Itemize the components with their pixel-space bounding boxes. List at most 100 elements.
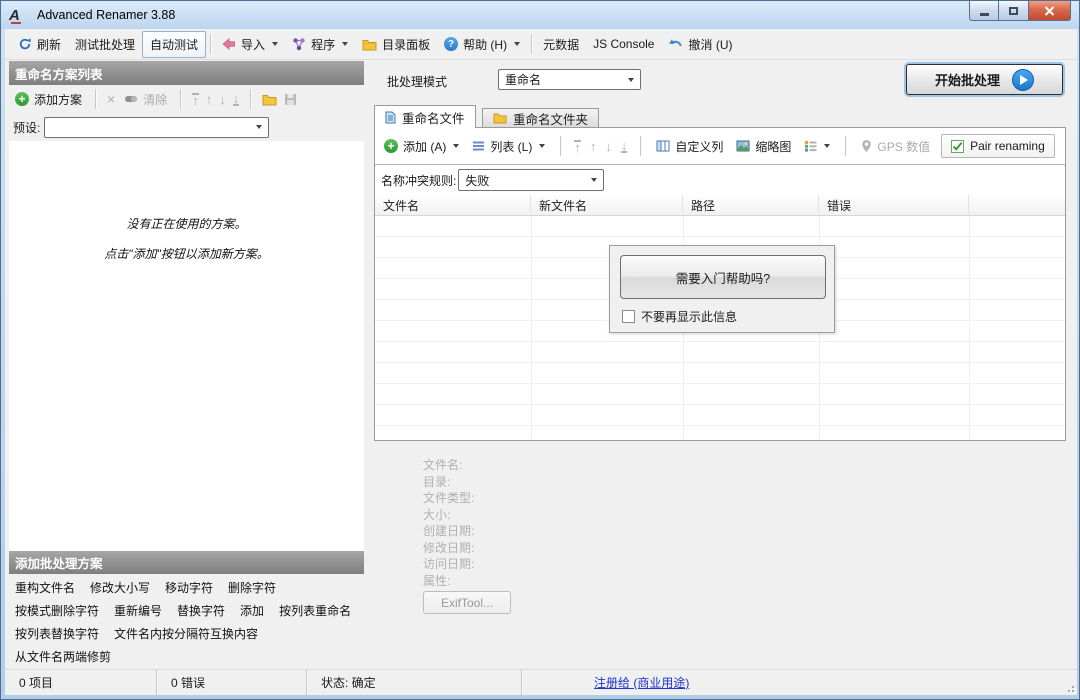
method-link[interactable]: 按列表重命名 bbox=[279, 602, 351, 619]
list-view-button[interactable]: 列表 (L) bbox=[470, 135, 547, 158]
file-move-bottom-icon[interactable]: ↓ bbox=[621, 140, 628, 153]
file-info-labels: 文件名: 目录: 文件类型: 大小: 创建日期: 修改日期: 访问日期: 属性: bbox=[423, 457, 474, 589]
move-up-icon[interactable]: ↑ bbox=[206, 94, 213, 105]
metadata-label: 元数据 bbox=[543, 36, 579, 53]
resize-grip-icon[interactable] bbox=[1064, 682, 1074, 692]
column-header-error[interactable]: 错误 bbox=[819, 195, 969, 215]
dir-panel-button[interactable]: 目录面板 bbox=[355, 32, 437, 57]
maximize-icon bbox=[1009, 7, 1018, 15]
refresh-label: 刷新 bbox=[37, 36, 61, 53]
columns-icon bbox=[656, 140, 670, 152]
dir-panel-label: 目录面板 bbox=[382, 36, 430, 53]
sort-icon bbox=[804, 140, 817, 152]
column-header-path[interactable]: 路径 bbox=[683, 195, 819, 215]
metadata-button[interactable]: 元数据 bbox=[536, 32, 586, 57]
import-caret-icon bbox=[272, 42, 278, 46]
info-attributes-label: 属性: bbox=[423, 573, 474, 590]
program-button[interactable]: 程序 bbox=[285, 32, 355, 57]
add-files-button[interactable]: + 添加 (A) bbox=[382, 135, 461, 158]
clear-methods-button[interactable]: 清除 bbox=[122, 88, 169, 111]
move-top-icon[interactable]: ↑ bbox=[192, 93, 199, 106]
toolbar-separator bbox=[560, 136, 561, 156]
method-link[interactable]: 按模式删除字符 bbox=[15, 602, 99, 619]
getting-started-button-label: 需要入门帮助吗? bbox=[676, 268, 770, 287]
move-bottom-icon[interactable]: ↓ bbox=[233, 93, 240, 106]
status-register-panel: 注册给 (商业用途) bbox=[522, 670, 1077, 695]
maximize-button[interactable] bbox=[999, 1, 1029, 21]
gps-pin-icon bbox=[861, 139, 872, 153]
batch-mode-select[interactable]: 重命名 bbox=[498, 69, 641, 90]
method-link[interactable]: 重构文件名 bbox=[15, 579, 75, 596]
help-button[interactable]: ? 帮助 (H) bbox=[437, 32, 527, 57]
method-link[interactable]: 文件名内按分隔符互换内容 bbox=[114, 625, 258, 642]
toolbar-separator bbox=[531, 34, 532, 54]
register-link[interactable]: 注册给 (商业用途) bbox=[594, 674, 689, 691]
add-method-section-header: 添加批处理方案 bbox=[9, 551, 364, 574]
toolbar-separator bbox=[640, 136, 641, 156]
move-down-icon[interactable]: ↓ bbox=[219, 94, 226, 105]
window-title: Advanced Renamer 3.88 bbox=[37, 8, 175, 22]
add-files-label: 添加 (A) bbox=[403, 138, 446, 155]
clear-methods-label: 清除 bbox=[143, 91, 167, 108]
dont-show-again-checkbox[interactable] bbox=[622, 310, 635, 323]
info-filename-label: 文件名: bbox=[423, 457, 474, 474]
file-move-down-icon[interactable]: ↓ bbox=[605, 141, 612, 152]
preset-select[interactable] bbox=[44, 117, 269, 138]
statusbar: 0 项目 0 错误 状态: 确定 注册给 (商业用途) bbox=[5, 669, 1077, 695]
batch-mode-caret-icon bbox=[628, 78, 634, 82]
file-move-up-icon[interactable]: ↑ bbox=[590, 141, 597, 152]
pair-renaming-checkbox-icon bbox=[951, 140, 964, 153]
save-preset-icon[interactable] bbox=[284, 93, 297, 106]
import-button[interactable]: 导入 bbox=[215, 32, 285, 57]
start-batch-button[interactable]: 开始批处理 bbox=[906, 64, 1063, 95]
minimize-button[interactable] bbox=[969, 1, 999, 21]
remove-method-icon[interactable]: × bbox=[107, 91, 115, 107]
undo-button[interactable]: 撤消 (U) bbox=[661, 32, 739, 57]
list-icon bbox=[472, 140, 485, 152]
collision-rule-select[interactable]: 失败 bbox=[458, 169, 604, 191]
method-link[interactable]: 按列表替换字符 bbox=[15, 625, 99, 642]
refresh-button[interactable]: 刷新 bbox=[11, 32, 68, 57]
collision-rule-value: 失败 bbox=[465, 172, 489, 189]
file-move-top-icon[interactable]: ↑ bbox=[574, 140, 581, 153]
method-link[interactable]: 添加 bbox=[240, 602, 264, 619]
main-toolbar: 刷新 测试批处理 自动测试 导入 程序 目录面板 bbox=[5, 29, 1077, 60]
toolbar-separator bbox=[95, 89, 96, 109]
file-list-panel: + 添加 (A) 列表 (L) ↑ ↑ ↓ ↓ 自定义列 bbox=[374, 127, 1066, 441]
auto-test-button[interactable]: 自动测试 bbox=[142, 31, 206, 58]
close-button[interactable] bbox=[1029, 1, 1071, 21]
method-link[interactable]: 移动字符 bbox=[165, 579, 213, 596]
method-shortcuts: 重构文件名 修改大小写 移动字符 删除字符 按模式删除字符 重新编号 替换字符 … bbox=[9, 576, 364, 668]
method-link[interactable]: 删除字符 bbox=[228, 579, 276, 596]
js-console-button[interactable]: JS Console bbox=[586, 33, 661, 55]
custom-columns-button[interactable]: 自定义列 bbox=[654, 135, 725, 158]
column-divider bbox=[531, 216, 532, 440]
toolbar-separator bbox=[250, 89, 251, 109]
sort-caret-icon bbox=[824, 144, 830, 148]
minimize-icon bbox=[980, 13, 989, 16]
tab-rename-files[interactable]: 重命名文件 bbox=[374, 105, 476, 128]
method-link[interactable]: 修改大小写 bbox=[90, 579, 150, 596]
exiftool-button[interactable]: ExifTool... bbox=[423, 591, 511, 614]
titlebar[interactable]: A Advanced Renamer 3.88 bbox=[1, 1, 1080, 29]
column-header-filename[interactable]: 文件名 bbox=[375, 195, 531, 215]
test-batch-button[interactable]: 测试批处理 bbox=[68, 32, 142, 57]
gps-values-button[interactable]: GPS 数值 bbox=[859, 135, 932, 158]
preset-caret-icon bbox=[256, 125, 262, 129]
method-link[interactable]: 从文件名两端修剪 bbox=[15, 648, 111, 665]
sort-options-button[interactable] bbox=[802, 137, 832, 155]
thumbnails-button[interactable]: 缩略图 bbox=[734, 135, 793, 158]
getting-started-button[interactable]: 需要入门帮助吗? bbox=[620, 255, 826, 299]
pair-renaming-toggle[interactable]: Pair renaming bbox=[941, 134, 1055, 158]
column-header-newfilename[interactable]: 新文件名 bbox=[531, 195, 683, 215]
auto-test-label: 自动测试 bbox=[150, 36, 198, 53]
add-method-button[interactable]: + 添加方案 bbox=[13, 88, 84, 111]
method-link[interactable]: 重新编号 bbox=[114, 602, 162, 619]
start-batch-label: 开始批处理 bbox=[935, 70, 1000, 89]
open-preset-folder-icon[interactable] bbox=[262, 93, 277, 106]
method-link[interactable]: 替换字符 bbox=[177, 602, 225, 619]
help-caret-icon bbox=[514, 42, 520, 46]
program-label: 程序 bbox=[311, 36, 335, 53]
tab-rename-folders[interactable]: 重命名文件夹 bbox=[482, 108, 599, 127]
dont-show-again-row: 不要再显示此信息 bbox=[622, 308, 737, 325]
